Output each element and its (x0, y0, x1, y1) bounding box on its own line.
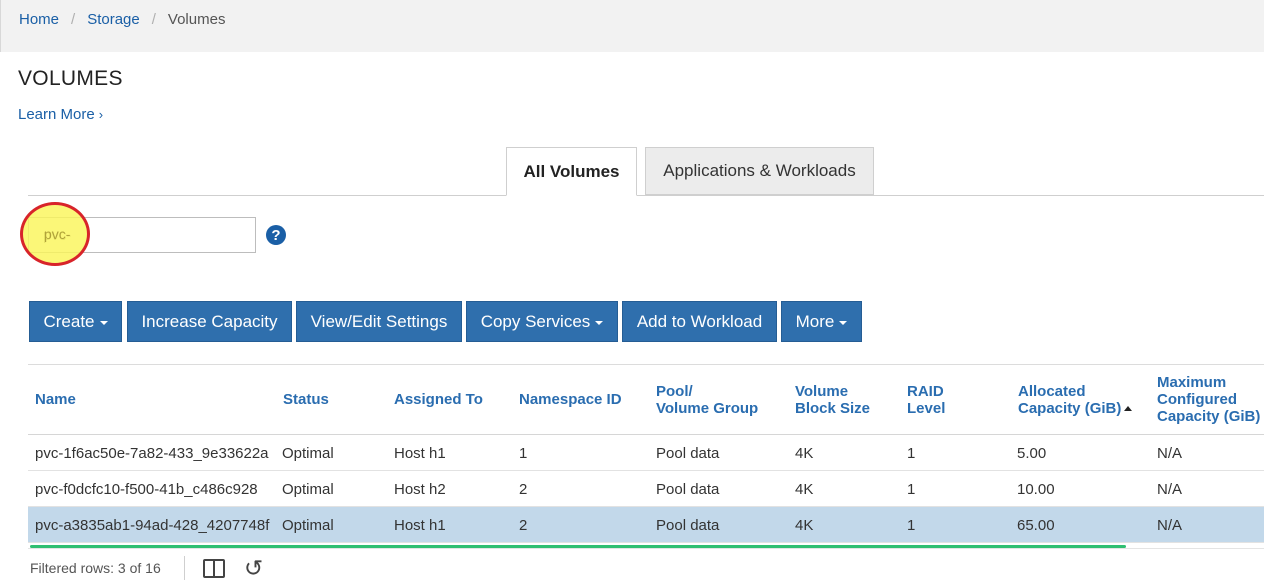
column-header-pool-line1: Pool/ (656, 382, 693, 400)
columns-icon[interactable] (203, 559, 225, 578)
cell-allocated-capacity: 65.00 (1017, 516, 1055, 534)
cell-pool: Pool data (656, 516, 720, 534)
column-header-status[interactable]: Status (283, 364, 329, 435)
tab-all-volumes[interactable]: All Volumes (506, 147, 637, 196)
cell-raid-level: 1 (907, 516, 916, 534)
copy-services-button[interactable]: Copy Services (466, 301, 618, 342)
column-header-raid-level[interactable]: RAID Level (907, 364, 945, 435)
cell-name: pvc-f0dcfc10-f500-41b_c486c928 (35, 480, 258, 498)
cell-block-size: 4K (795, 444, 814, 462)
cell-max-capacity: N/A (1157, 444, 1183, 462)
cell-allocated-capacity: 10.00 (1017, 480, 1055, 498)
column-header-max-line2: Configured (1157, 391, 1237, 408)
cell-status: Optimal (282, 516, 334, 534)
increase-capacity-button[interactable]: Increase Capacity (127, 301, 292, 342)
breadcrumb: Home / Storage / Volumes (19, 11, 225, 29)
table-row-selected[interactable]: pvc-a3835ab1-94ad-428_4207748f Optimal H… (28, 507, 1264, 543)
breadcrumb-separator: / (71, 11, 76, 28)
cell-pool: Pool data (656, 444, 720, 462)
cell-status: Optimal (282, 480, 334, 498)
filter-input[interactable] (28, 217, 256, 253)
page-title: VOLUMES (18, 67, 123, 90)
cell-namespace-id: 2 (519, 516, 528, 534)
chevron-right-icon: › (98, 107, 104, 122)
table-row[interactable]: pvc-1f6ac50e-7a82-433_9e33622a Optimal H… (28, 435, 1264, 471)
column-header-name[interactable]: Name (35, 364, 76, 435)
column-header-raid-line2: Level (907, 399, 946, 417)
breadcrumb-home-link[interactable]: Home (19, 11, 59, 29)
column-header-namespace-id[interactable]: Namespace ID (519, 364, 622, 435)
column-header-pool-line2: Volume Group (656, 399, 759, 417)
cell-raid-level: 1 (907, 444, 916, 462)
cell-assigned-to: Host h1 (394, 516, 446, 534)
table-bottom-border (28, 548, 1264, 549)
footer-divider (184, 556, 185, 580)
column-header-block-line2: Block Size (795, 399, 871, 417)
column-header-max-line1: Maximum (1157, 374, 1227, 391)
breadcrumb-storage-link[interactable]: Storage (87, 11, 140, 29)
cell-name: pvc-1f6ac50e-7a82-433_9e33622a (35, 444, 269, 462)
create-button-label: Create (43, 311, 95, 331)
column-header-allocated-capacity[interactable]: Allocated Capacity (GiB) (1018, 364, 1133, 435)
column-header-max-capacity[interactable]: Maximum Configured Capacity (GiB) (1157, 364, 1260, 435)
cell-block-size: 4K (795, 480, 814, 498)
more-button-label: More (795, 311, 835, 331)
column-header-block-line1: Volume (795, 382, 849, 400)
tab-applications-workloads[interactable]: Applications & Workloads (645, 147, 874, 195)
cell-namespace-id: 2 (519, 480, 528, 498)
cell-assigned-to: Host h1 (394, 444, 446, 462)
refresh-icon[interactable]: ↻ (244, 555, 263, 581)
column-header-pool[interactable]: Pool/Volume Group (656, 364, 758, 435)
cell-namespace-id: 1 (519, 444, 528, 462)
column-header-raid-line1: RAID (907, 382, 944, 400)
column-header-alloc-line1: Allocated (1018, 382, 1086, 400)
caret-down-icon (839, 320, 848, 325)
breadcrumb-separator: / (151, 11, 156, 28)
cell-allocated-capacity: 5.00 (1017, 444, 1047, 462)
column-header-assigned-to[interactable]: Assigned To (394, 364, 483, 435)
column-header-block-size[interactable]: Volume Block Size (795, 364, 870, 435)
learn-more-link[interactable]: Learn More › (18, 106, 103, 123)
table-row[interactable]: pvc-f0dcfc10-f500-41b_c486c928 Optimal H… (28, 471, 1264, 507)
view-edit-settings-button[interactable]: View/Edit Settings (296, 301, 462, 342)
cell-status: Optimal (282, 444, 334, 462)
cell-raid-level: 1 (907, 480, 916, 498)
breadcrumb-bar: Home / Storage / Volumes (0, 0, 1264, 52)
caret-down-icon (595, 320, 604, 325)
sort-ascending-icon (1124, 406, 1133, 412)
help-circle-icon[interactable]: ? (266, 225, 286, 245)
create-button[interactable]: Create (29, 301, 122, 342)
cell-max-capacity: N/A (1157, 480, 1183, 498)
tabs-divider (28, 195, 1264, 196)
learn-more-label: Learn More (18, 106, 95, 123)
breadcrumb-current: Volumes (167, 11, 226, 28)
filtered-rows-count: Filtered rows: 3 of 16 (30, 560, 161, 576)
cell-block-size: 4K (795, 516, 814, 534)
column-header-alloc-line2: Capacity (GiB) (1018, 399, 1122, 417)
cell-name: pvc-a3835ab1-94ad-428_4207748f (35, 516, 270, 534)
more-button[interactable]: More (781, 301, 862, 342)
column-header-max-line3: Capacity (GiB) (1157, 408, 1261, 425)
cell-assigned-to: Host h2 (394, 480, 446, 498)
cell-max-capacity: N/A (1157, 516, 1183, 534)
scroll-progress-indicator (30, 545, 1126, 548)
copy-services-button-label: Copy Services (480, 311, 591, 331)
caret-down-icon (99, 320, 108, 325)
cell-pool: Pool data (656, 480, 720, 498)
add-to-workload-button[interactable]: Add to Workload (622, 301, 777, 342)
